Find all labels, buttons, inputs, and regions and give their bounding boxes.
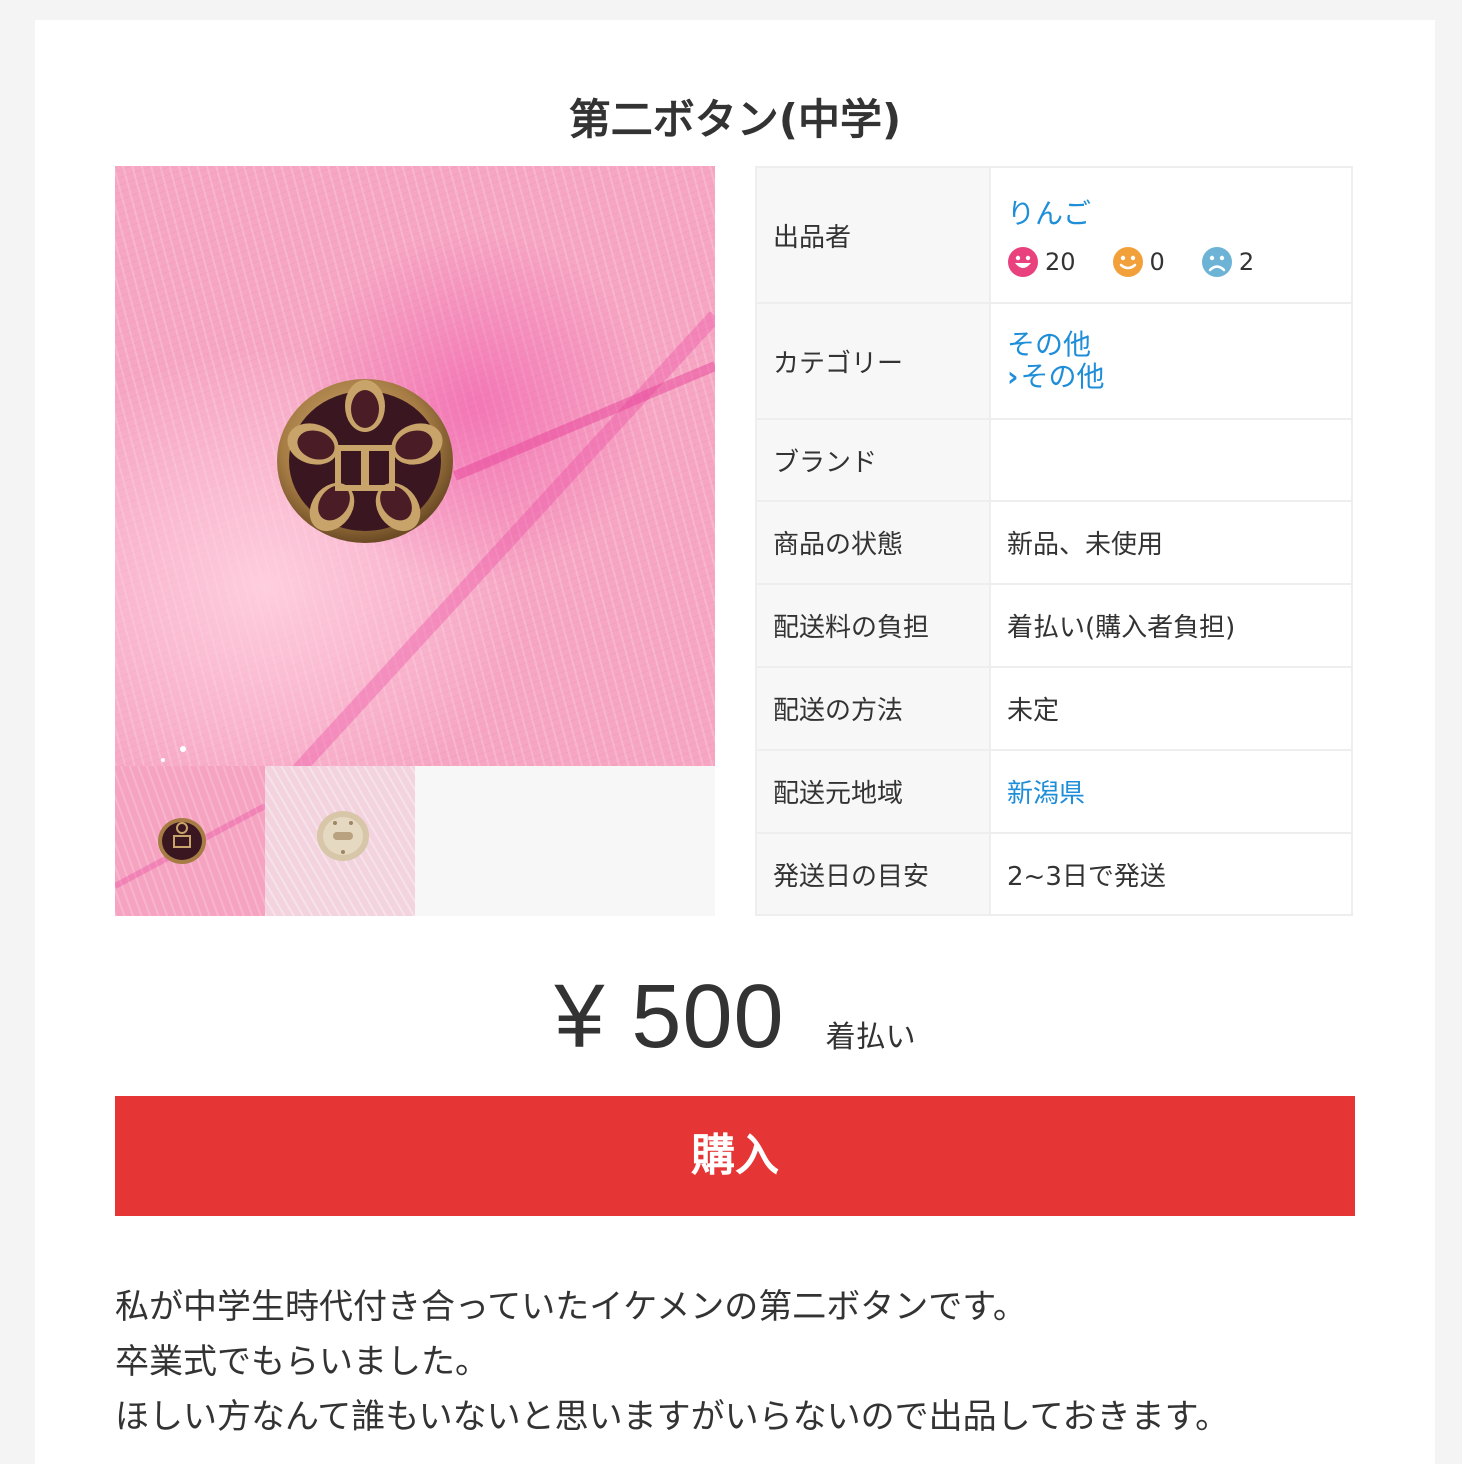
ship-from-link[interactable]: 新潟県 xyxy=(1007,779,1085,809)
item-details-table: 出品者 りんご 20 0 2 カテゴリー その他 ›その他 ブランド 商品の状態… xyxy=(755,166,1353,916)
thumbnail-1[interactable] xyxy=(115,766,265,916)
brand-row: ブランド xyxy=(755,418,1353,502)
ship-from-row: 配送元地域 新潟県 xyxy=(755,749,1353,834)
category-cell: その他 ›その他 xyxy=(989,302,1353,420)
brand-label: ブランド xyxy=(755,418,991,502)
description-line-2: 卒業式でもらいました。 xyxy=(115,1342,489,1382)
price-amount: ¥ 500 xyxy=(554,967,785,1067)
category-row: カテゴリー その他 ›その他 xyxy=(755,302,1353,420)
condition-label: 商品の状態 xyxy=(755,500,991,585)
seller-row: 出品者 りんご 20 0 2 xyxy=(755,166,1353,304)
main-photo xyxy=(115,166,715,766)
rating-bad: 2 xyxy=(1201,246,1254,278)
category-label: カテゴリー xyxy=(755,302,991,420)
happy-face-icon xyxy=(1008,247,1038,277)
rating-normal: 0 xyxy=(1112,246,1165,278)
shipping-method-label: 配送の方法 xyxy=(755,666,991,751)
price-row: ¥ 500 着払い xyxy=(35,966,1435,1069)
shipping-fee-label: 配送料の負担 xyxy=(755,583,991,668)
category-secondary-link[interactable]: その他 xyxy=(1021,360,1105,393)
seller-name-link[interactable]: りんご xyxy=(1007,192,1351,232)
brand-value xyxy=(989,418,1353,502)
photo-gallery xyxy=(115,166,715,916)
shipping-note: 着払い xyxy=(825,1020,916,1055)
description-line-3: ほしい方なんて誰もいないと思いますがいらないので出品しておきます。 xyxy=(115,1397,1230,1437)
seller-label: 出品者 xyxy=(755,166,991,304)
item-card: 第二ボタン(中学) 出品者 りんご 20 0 2 カテゴリー その他 ›その他 … xyxy=(35,20,1435,1464)
seller-ratings: 20 0 2 xyxy=(1007,246,1351,278)
ship-from-label: 配送元地域 xyxy=(755,749,991,834)
thumbnail-button-front xyxy=(115,803,265,889)
ship-days-label: 発送日の目安 xyxy=(755,832,991,916)
condition-row: 商品の状態 新品、未使用 xyxy=(755,500,1353,585)
ship-days-row: 発送日の目安 2~3日で発送 xyxy=(755,832,1353,916)
rating-bad-count: 2 xyxy=(1238,248,1255,276)
rating-good: 20 xyxy=(1007,246,1076,278)
buy-button[interactable]: 購入 xyxy=(115,1096,1355,1216)
thumbnail-2[interactable] xyxy=(265,766,415,916)
shipping-method-value: 未定 xyxy=(989,666,1353,751)
shipping-fee-row: 配送料の負担 着払い(購入者負担) xyxy=(755,583,1353,668)
shipping-fee-value: 着払い(購入者負担) xyxy=(989,583,1353,668)
rating-good-count: 20 xyxy=(1045,248,1076,276)
thumbnail-button-back xyxy=(317,811,369,861)
item-title: 第二ボタン(中学) xyxy=(568,95,902,144)
chevron-right-icon: › xyxy=(1007,360,1019,393)
sad-face-icon xyxy=(1201,247,1232,277)
smile-face-icon xyxy=(1112,247,1143,277)
ship-from-cell: 新潟県 xyxy=(989,749,1353,834)
item-description: 私が中学生時代付き合っていたイケメンの第二ボタンです。 卒業式でもらいました。 … xyxy=(115,1280,1375,1445)
seller-cell: りんご 20 0 2 xyxy=(989,166,1353,304)
category-primary-link[interactable]: その他 xyxy=(1007,329,1351,361)
description-line-1: 私が中学生時代付き合っていたイケメンの第二ボタンです。 xyxy=(115,1287,1027,1327)
category-secondary: ›その他 xyxy=(1007,361,1351,393)
condition-value: 新品、未使用 xyxy=(989,500,1353,585)
rating-normal-count: 0 xyxy=(1149,248,1165,276)
ship-days-value: 2~3日で発送 xyxy=(989,832,1353,916)
button-image xyxy=(161,311,715,766)
shipping-method-row: 配送の方法 未定 xyxy=(755,666,1353,751)
